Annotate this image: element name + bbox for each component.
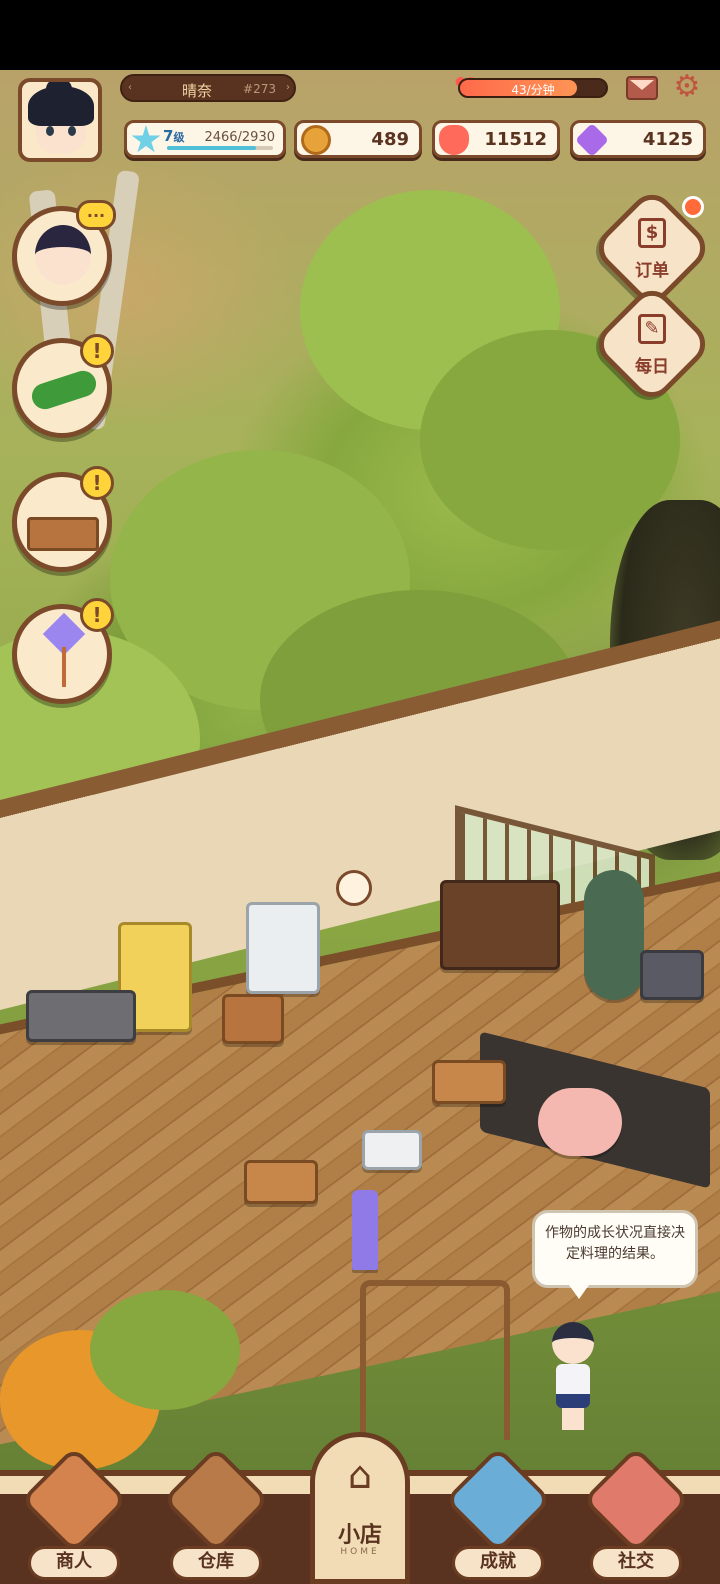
cucumber-icon	[28, 367, 100, 413]
avatar-hair	[28, 86, 94, 126]
alert-badge: !	[80, 334, 114, 368]
nav-home[interactable]: ⌂ 小店 HOME	[310, 1432, 410, 1584]
nav-home-label: 小店	[337, 1523, 382, 1548]
nav-merchant-label: 商人	[28, 1546, 120, 1580]
nav-merchant[interactable]: 商人	[20, 1446, 128, 1584]
daily-label: 每日	[635, 357, 669, 377]
placement-marker[interactable]	[336, 870, 372, 906]
stove[interactable]	[26, 990, 136, 1042]
nav-social[interactable]: 社交	[582, 1446, 690, 1584]
nav-warehouse[interactable]: 仓库	[162, 1446, 270, 1584]
gems-value: 4125	[642, 129, 693, 150]
gear-icon[interactable]: ⚙	[672, 72, 702, 102]
nav-home-sublabel: HOME	[340, 1547, 380, 1557]
nav-social-label: 社交	[590, 1546, 682, 1580]
coins-value: 489	[371, 129, 409, 150]
hearts-panel[interactable]: 11512	[432, 120, 560, 158]
npc-character[interactable]	[548, 1322, 598, 1432]
social-friends-icon	[582, 1446, 690, 1554]
energy-bar[interactable]: 43/分钟	[458, 78, 608, 98]
achievement-charm-icon	[444, 1446, 552, 1554]
home-shop-icon: ⌂	[347, 1453, 373, 1497]
floor-lamp[interactable]	[352, 1190, 378, 1270]
merchant-icon	[20, 1446, 128, 1554]
chat-ellipsis-badge: ...	[76, 200, 116, 230]
chevron-right-icon: ›	[286, 82, 290, 93]
gem-icon	[575, 123, 609, 157]
player-uid: #273	[243, 82, 276, 96]
heart-icon	[439, 125, 469, 155]
phone-table[interactable]	[222, 994, 284, 1044]
alert-badge: !	[80, 598, 114, 632]
nav-achievement[interactable]: 成就	[444, 1446, 552, 1584]
tv-set[interactable]	[640, 950, 704, 1000]
green-bush	[90, 1290, 240, 1410]
electric-fan[interactable]	[584, 870, 644, 1000]
dining-table[interactable]	[432, 1060, 506, 1104]
gems-panel[interactable]: 4125	[570, 120, 706, 158]
nav-achievement-label: 成就	[452, 1546, 544, 1580]
wooden-swing[interactable]	[360, 1280, 510, 1440]
exp-bar-fill	[167, 146, 257, 150]
exp-bar	[167, 146, 273, 150]
alert-badge: !	[80, 466, 114, 500]
game-scene[interactable]	[0, 70, 720, 1584]
orders-notification-dot	[682, 196, 704, 218]
kitchen-counter[interactable]	[440, 880, 560, 970]
npc-legs	[562, 1408, 584, 1430]
stove-table-icon	[27, 517, 99, 551]
level-panel[interactable]: 7级 2466/2930	[124, 120, 286, 158]
warehouse-icon	[162, 1446, 270, 1554]
order-book-icon: $	[638, 218, 666, 248]
daily-button[interactable]: ✎ 每日	[608, 300, 696, 388]
teapot-cart[interactable]	[362, 1130, 422, 1170]
npc-portrait-icon	[35, 225, 91, 285]
nav-warehouse-label: 仓库	[170, 1546, 262, 1580]
npc-speech-bubble: 作物的成长状况直接决定料理的结果。	[532, 1210, 698, 1299]
energy-rate: 43/分钟	[511, 83, 555, 97]
orders-button[interactable]: $ 订单	[608, 204, 696, 292]
dining-table[interactable]	[244, 1160, 318, 1204]
avatar-eye	[46, 126, 54, 136]
hearts-value: 11512	[484, 129, 547, 150]
orders-label: 订单	[635, 261, 669, 281]
level-number: 7级	[163, 127, 185, 145]
coins-panel[interactable]: 489	[294, 120, 422, 158]
player-name-plate[interactable]: ‹ 晴奈 #273 ›	[120, 74, 296, 102]
washing-machine[interactable]	[246, 902, 320, 994]
mail-icon[interactable]	[626, 76, 658, 100]
npc-head	[552, 1322, 594, 1364]
star-icon	[131, 125, 161, 153]
avatar-eye	[68, 126, 76, 136]
npc-body	[556, 1364, 590, 1408]
status-bar	[0, 0, 720, 70]
player-avatar[interactable]	[18, 78, 102, 162]
coin-icon	[301, 125, 331, 155]
lamp-pole	[62, 647, 66, 687]
daily-checklist-icon: ✎	[638, 314, 666, 344]
pink-beanbag[interactable]	[538, 1088, 622, 1156]
exp-text: 2466/2930	[204, 130, 275, 145]
